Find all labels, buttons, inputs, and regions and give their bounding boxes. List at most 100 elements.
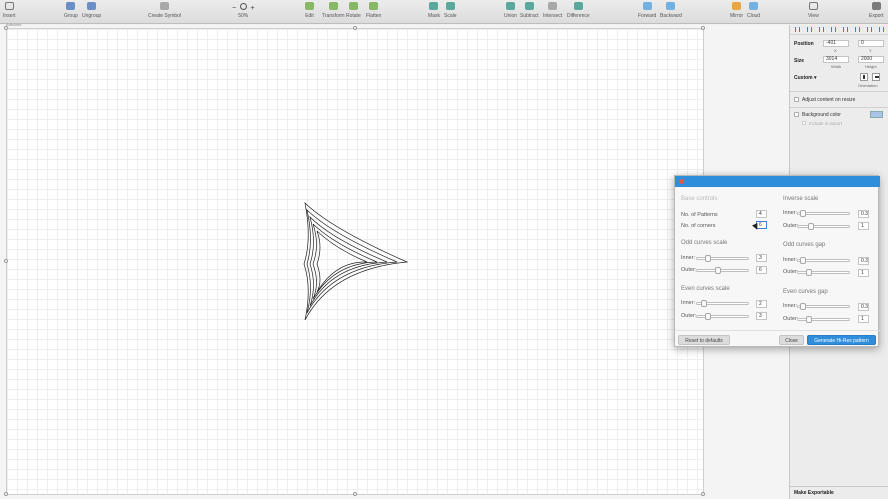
background-color-label: Background color bbox=[802, 112, 841, 118]
star-pattern-shape[interactable] bbox=[7, 29, 705, 496]
background-color-checkbox[interactable] bbox=[794, 112, 799, 117]
landscape-orientation-button[interactable] bbox=[872, 73, 880, 81]
odd-scale-outer-label: Outer: bbox=[681, 267, 697, 273]
distribute-horizontal-icon[interactable] bbox=[867, 27, 872, 32]
even-scale-inner-value[interactable]: 2 bbox=[756, 300, 767, 308]
x-position-field[interactable]: -401 bbox=[823, 40, 849, 47]
transform-button[interactable]: Transform bbox=[322, 2, 345, 19]
odd-scale-inner-value[interactable]: 3 bbox=[756, 254, 767, 262]
insert-button[interactable]: Insert bbox=[3, 2, 16, 19]
intersect-button[interactable]: Intersect bbox=[543, 2, 562, 19]
slider-knob[interactable] bbox=[701, 300, 707, 307]
slider-knob[interactable] bbox=[800, 303, 806, 310]
inverse-outer-value[interactable]: 1 bbox=[858, 222, 869, 230]
background-color-swatch[interactable] bbox=[870, 111, 883, 118]
zoom-level: 50% bbox=[238, 13, 249, 19]
odd-gap-inner-slider[interactable] bbox=[797, 257, 850, 264]
edit-button[interactable]: Edit bbox=[305, 2, 314, 19]
preset-dropdown[interactable]: Custom ▾ bbox=[794, 75, 817, 81]
width-field[interactable]: 3014 bbox=[823, 56, 849, 63]
odd-gap-heading: Odd curves gap bbox=[783, 242, 826, 248]
odd-scale-inner-slider[interactable] bbox=[696, 255, 749, 262]
height-field[interactable]: 2000 bbox=[858, 56, 884, 63]
even-gap-outer-value[interactable]: 1 bbox=[858, 315, 869, 323]
slider-knob[interactable] bbox=[806, 316, 812, 323]
patterns-input[interactable]: 4 bbox=[756, 210, 767, 218]
flatten-button[interactable]: Flatten bbox=[366, 2, 381, 19]
slider-knob[interactable] bbox=[800, 210, 806, 217]
even-scale-inner-slider[interactable] bbox=[696, 300, 749, 307]
even-gap-outer-slider[interactable] bbox=[797, 316, 850, 323]
scale-button[interactable]: Scale bbox=[444, 2, 457, 19]
odd-gap-outer-value[interactable]: 1 bbox=[858, 269, 869, 277]
base-controls-heading: Base controls bbox=[681, 196, 718, 202]
distribute-vertical-icon[interactable] bbox=[879, 27, 884, 32]
zoom-in-button[interactable]: + bbox=[250, 5, 254, 12]
cloud-button[interactable]: Cloud bbox=[747, 2, 760, 19]
adjust-content-label: Adjust content on resize bbox=[802, 97, 856, 103]
align-center-icon[interactable] bbox=[807, 27, 812, 32]
transform-icon bbox=[328, 2, 338, 10]
include-in-export-label: Include in export bbox=[809, 121, 843, 126]
group-button[interactable]: Group bbox=[64, 2, 78, 19]
rotate-button[interactable]: Rotate bbox=[346, 2, 361, 19]
inverse-outer-slider[interactable] bbox=[797, 223, 850, 230]
align-middle-icon[interactable] bbox=[843, 27, 848, 32]
odd-scale-outer-value[interactable]: 6 bbox=[756, 266, 767, 274]
even-scale-outer-value[interactable]: 3 bbox=[756, 312, 767, 320]
portrait-orientation-button[interactable] bbox=[860, 73, 868, 81]
include-in-export-checkbox[interactable] bbox=[802, 121, 806, 125]
toolbar: Insert Group Ungroup Create Symbol − + 5… bbox=[0, 0, 888, 24]
odd-scale-outer-slider[interactable] bbox=[696, 267, 749, 274]
dialog-titlebar[interactable] bbox=[675, 176, 880, 187]
even-scale-inner-label: Inner: bbox=[681, 300, 696, 306]
backward-button[interactable]: Backward bbox=[660, 2, 682, 19]
slider-knob[interactable] bbox=[808, 223, 814, 230]
make-exportable-button[interactable]: Make Exportable bbox=[790, 486, 888, 499]
size-label: Size bbox=[794, 58, 805, 64]
width-caption: Width bbox=[831, 64, 842, 69]
even-scale-outer-slider[interactable] bbox=[696, 313, 749, 320]
generate-pattern-button[interactable]: Generate Hi-Res pattern bbox=[807, 335, 876, 345]
align-bottom-icon[interactable] bbox=[855, 27, 860, 32]
magnifier-icon bbox=[239, 3, 247, 10]
inverse-outer-label: Outer: bbox=[783, 223, 799, 229]
slider-knob[interactable] bbox=[705, 255, 711, 262]
align-top-icon[interactable] bbox=[831, 27, 836, 32]
slider-knob[interactable] bbox=[705, 313, 711, 320]
slider-knob[interactable] bbox=[800, 257, 806, 264]
artboard[interactable] bbox=[4, 26, 705, 496]
close-button[interactable]: Close bbox=[779, 335, 804, 345]
close-icon[interactable] bbox=[679, 179, 684, 184]
inverse-inner-slider[interactable] bbox=[797, 210, 850, 217]
odd-gap-inner-value[interactable]: 0.3 bbox=[858, 257, 869, 265]
zoom-out-button[interactable]: − bbox=[232, 5, 236, 12]
export-button[interactable]: Export bbox=[869, 2, 883, 19]
create-symbol-button[interactable]: Create Symbol bbox=[148, 2, 181, 19]
mask-button[interactable]: Mask bbox=[428, 2, 440, 19]
rotate-icon bbox=[348, 2, 358, 10]
even-gap-inner-value[interactable]: 0.3 bbox=[858, 303, 869, 311]
scale-icon bbox=[445, 2, 455, 10]
adjust-content-checkbox[interactable] bbox=[794, 97, 799, 102]
inverse-inner-value[interactable]: 0.3 bbox=[858, 210, 869, 218]
slider-knob[interactable] bbox=[806, 269, 812, 276]
union-button[interactable]: Union bbox=[504, 2, 517, 19]
view-button[interactable]: View bbox=[808, 2, 819, 19]
subtract-button[interactable]: Subtract bbox=[520, 2, 539, 19]
artboard-label[interactable]: Artboard bbox=[6, 22, 21, 27]
slider-knob[interactable] bbox=[715, 267, 721, 274]
odd-gap-outer-slider[interactable] bbox=[797, 269, 850, 276]
even-gap-inner-slider[interactable] bbox=[797, 303, 850, 310]
ungroup-button[interactable]: Ungroup bbox=[82, 2, 101, 19]
align-right-icon[interactable] bbox=[819, 27, 824, 32]
x-caption: X bbox=[834, 48, 837, 53]
mirror-icon bbox=[732, 2, 742, 10]
difference-button[interactable]: Difference bbox=[567, 2, 590, 19]
canvas[interactable]: Artboard bbox=[0, 22, 789, 499]
align-left-icon[interactable] bbox=[795, 27, 800, 32]
forward-button[interactable]: Forward bbox=[638, 2, 656, 19]
mirror-button[interactable]: Mirror bbox=[730, 2, 743, 19]
y-position-field[interactable]: 0 bbox=[858, 40, 884, 47]
reset-defaults-button[interactable]: Reset to defaults bbox=[678, 335, 730, 345]
